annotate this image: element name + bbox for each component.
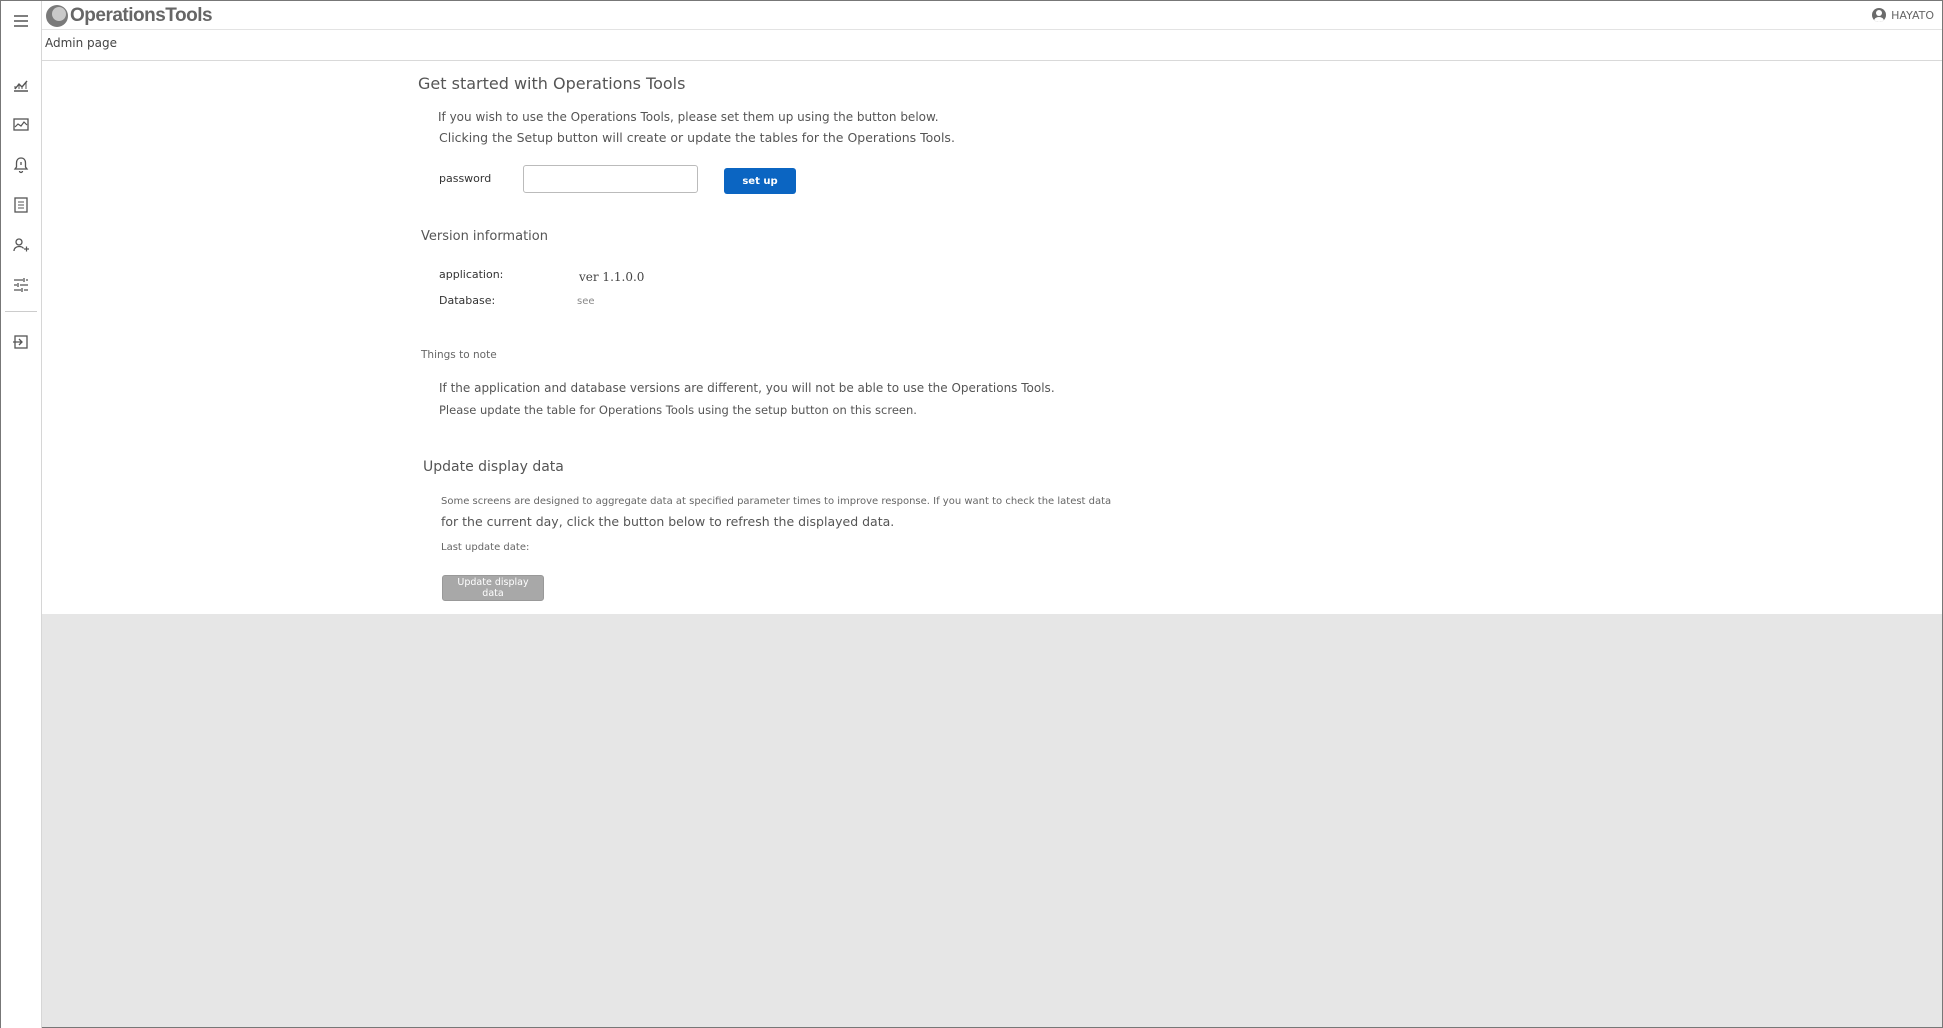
sidebar [1, 1, 42, 1028]
tune-sliders-icon[interactable] [11, 275, 31, 295]
application-label: application: [439, 268, 504, 281]
user-name: HAYATO [1891, 8, 1934, 22]
last-update-label: Last update date: [441, 542, 530, 553]
setup-button[interactable]: set up [724, 168, 796, 194]
password-input[interactable] [523, 165, 698, 193]
avatar-icon [1872, 8, 1887, 22]
top-header: OperationsTools HAYATO [42, 1, 1942, 30]
database-label: Database: [439, 294, 496, 307]
setup-description-1: If you wish to use the Operations Tools,… [438, 110, 939, 124]
update-display-data-button[interactable]: Update display data [442, 575, 544, 601]
logo-icon [46, 5, 68, 27]
main-content: Get started with Operations Tools If you… [42, 61, 1942, 614]
application-version: ver 1.1.0.0 [579, 270, 645, 284]
breadcrumb-current: Admin page [45, 36, 118, 50]
password-label: password [439, 172, 492, 185]
database-version: see [577, 296, 595, 307]
logout-icon[interactable] [11, 332, 31, 352]
monitor-chart-icon[interactable] [11, 115, 31, 135]
version-title: Version information [421, 229, 548, 244]
sidebar-divider [5, 311, 37, 312]
user-settings-icon[interactable] [11, 235, 31, 255]
breadcrumb: Admin page [42, 30, 1942, 61]
update-description-2: for the current day, click the button be… [441, 514, 895, 529]
setup-description-2: Clicking the Setup button will create or… [439, 130, 955, 145]
app-logo[interactable]: OperationsTools [46, 3, 213, 29]
user-menu[interactable]: HAYATO [1872, 8, 1934, 22]
notes-line-2: Please update the table for Operations T… [439, 403, 917, 417]
setup-title: Get started with Operations Tools [418, 74, 686, 93]
line-chart-icon[interactable] [11, 75, 31, 95]
notes-title: Things to note [421, 349, 497, 361]
notes-line-1: If the application and database versions… [439, 381, 1055, 395]
logo-text: OperationsTools [70, 5, 213, 26]
bell-alert-icon[interactable] [11, 155, 31, 175]
update-description-1: Some screens are designed to aggregate d… [441, 496, 1112, 507]
list-document-icon[interactable] [11, 195, 31, 215]
hamburger-menu-icon[interactable] [11, 11, 31, 31]
update-title: Update display data [423, 459, 564, 475]
